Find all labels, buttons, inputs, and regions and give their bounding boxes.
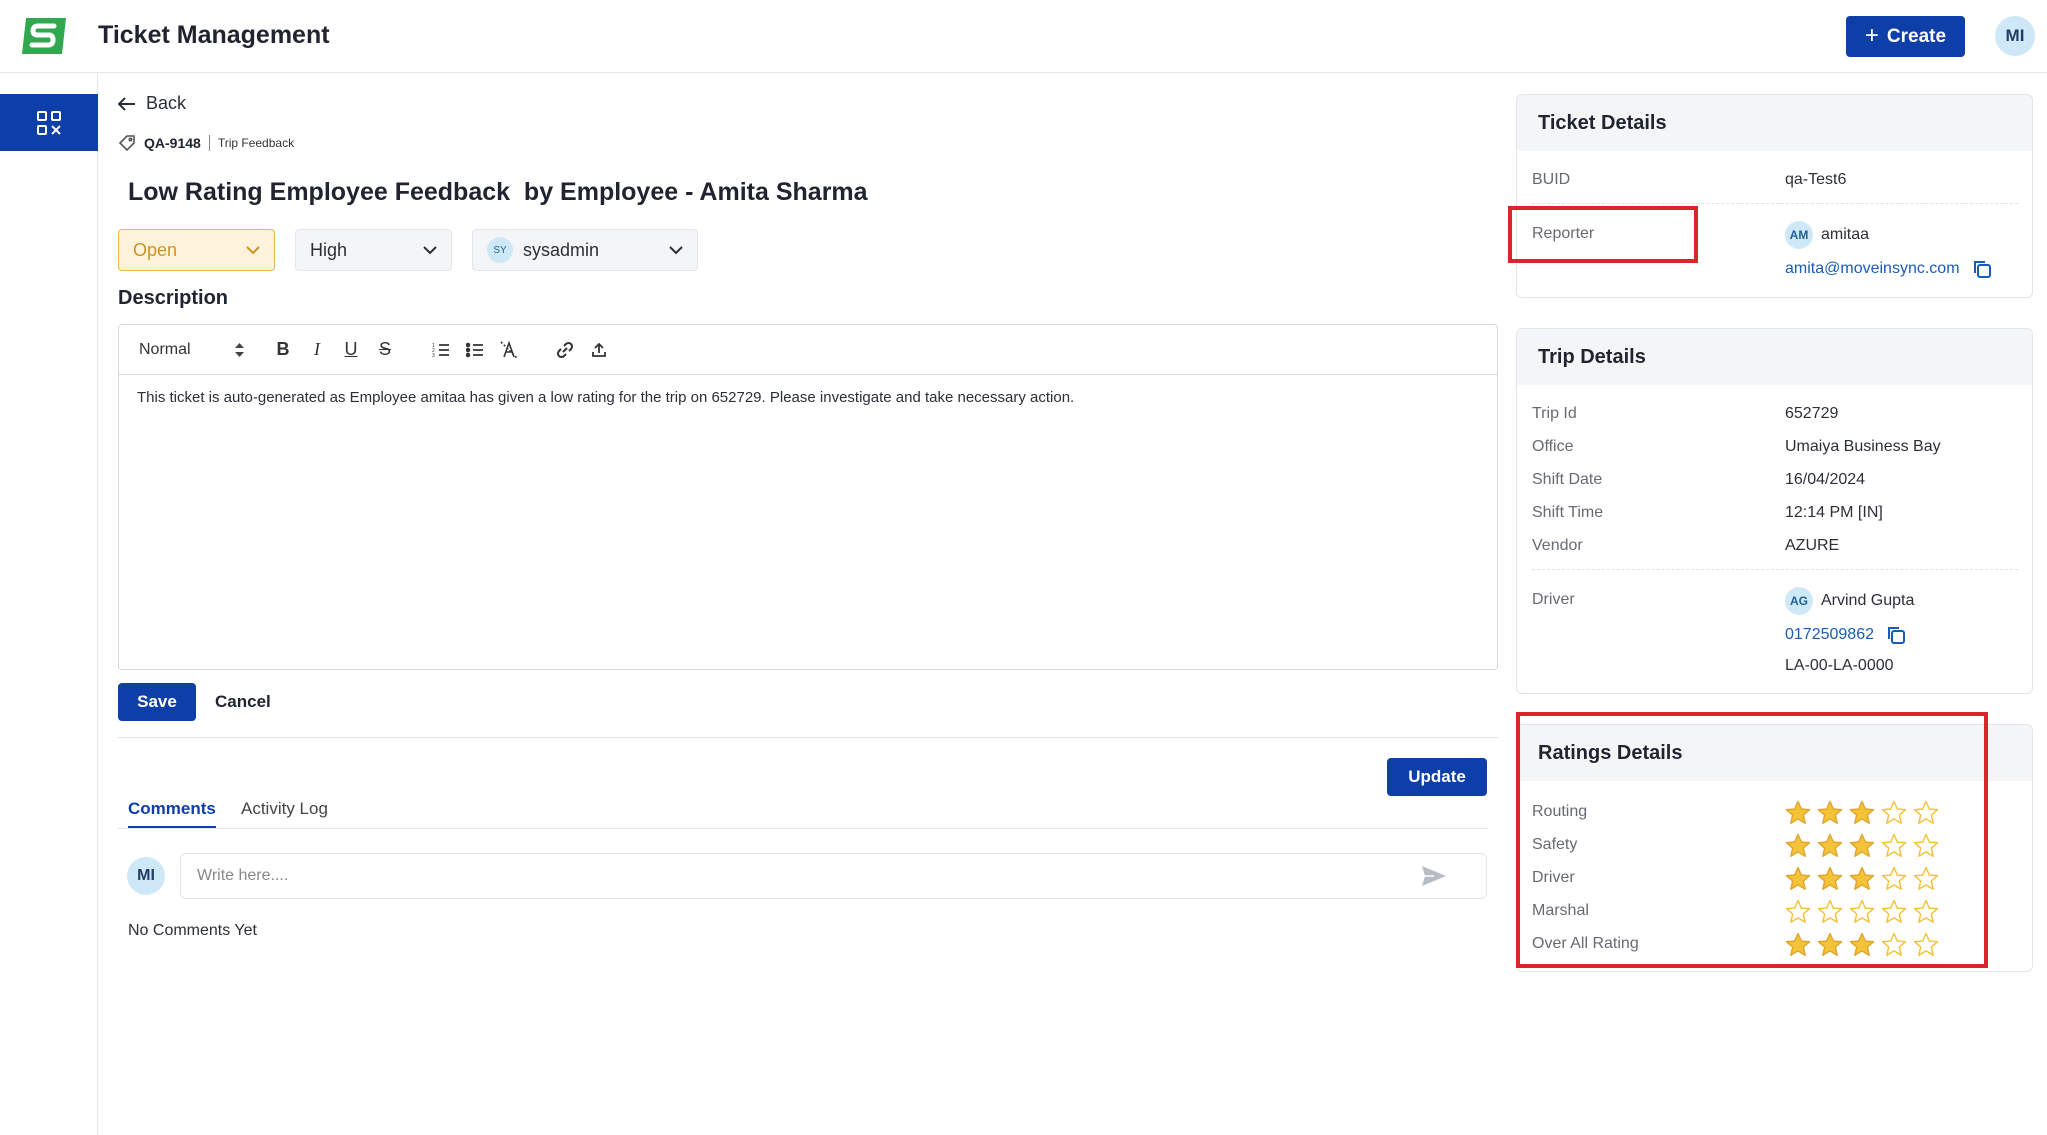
highlight-box-reporter — [1508, 206, 1698, 263]
updown-icon — [235, 342, 244, 357]
shift-date-label: Shift Date — [1532, 471, 1603, 488]
description-label: Description — [118, 287, 229, 309]
priority-dropdown[interactable]: High — [295, 229, 452, 271]
divider — [1532, 203, 2018, 204]
divider — [1532, 569, 2018, 570]
format-value: Normal — [139, 340, 191, 358]
buid-value: qa-Test6 — [1785, 171, 1847, 188]
reporter-value: AM amitaa — [1785, 221, 1869, 249]
vendor-value: AZURE — [1785, 537, 1840, 554]
vehicle-number: LA-00-LA-0000 — [1785, 657, 1894, 674]
assignee-group: SY sysadmin — [487, 237, 599, 263]
ordered-list-icon[interactable]: 123 — [424, 335, 458, 365]
vendor-label: Vendor — [1532, 537, 1583, 554]
shift-time-label: Shift Time — [1532, 504, 1604, 521]
top-bar: Ticket Management + Create MI — [0, 0, 2047, 73]
save-button[interactable]: Save — [118, 683, 196, 721]
highlight-box-ratings — [1516, 712, 1988, 968]
grid-icon — [37, 110, 61, 135]
reporter-avatar: AM — [1785, 221, 1813, 249]
comment-placeholder: Write here.... — [197, 867, 289, 884]
shift-time-value: 12:14 PM [IN] — [1785, 504, 1883, 521]
copy-icon[interactable] — [1886, 625, 1906, 645]
driver-label: Driver — [1532, 591, 1575, 608]
comment-input[interactable]: Write here.... — [180, 853, 1487, 899]
tag-icon — [118, 135, 135, 152]
ticket-id: QA-9148 — [144, 135, 201, 151]
driver-phone[interactable]: 0172509862 — [1785, 626, 1874, 643]
bold-icon[interactable]: B — [266, 335, 300, 365]
divider — [118, 737, 1498, 738]
send-icon[interactable] — [1422, 866, 1446, 886]
page-title: Low Rating Employee Feedback by Employee… — [128, 178, 868, 206]
description-text[interactable]: This ticket is auto-generated as Employe… — [119, 375, 1497, 420]
description-editor: Normal B I U S 123 This ticket is auto-g… — [118, 324, 1498, 670]
trip-id-value: 652729 — [1785, 405, 1839, 422]
trip-details-title: Trip Details — [1517, 329, 2032, 385]
driver-phone-group: 0172509862 — [1785, 625, 1906, 645]
reporter-name: amitaa — [1821, 226, 1870, 244]
chevron-down-icon — [669, 245, 683, 254]
assignee-avatar: SY — [487, 237, 513, 263]
reporter-email[interactable]: amita@moveinsync.com — [1785, 260, 1960, 277]
strikethrough-icon[interactable]: S — [368, 335, 402, 365]
ticket-type: Trip Feedback — [217, 136, 295, 150]
tab-comments[interactable]: Comments — [128, 799, 216, 828]
tab-bar: Comments Activity Log — [118, 795, 1488, 829]
office-label: Office — [1532, 438, 1574, 455]
clear-format-icon[interactable] — [492, 335, 526, 365]
plus-icon: + — [1864, 21, 1879, 49]
side-nav — [0, 73, 98, 1135]
tab-activity-log[interactable]: Activity Log — [241, 799, 328, 819]
priority-value: High — [310, 239, 348, 260]
reporter-email-group: amita@moveinsync.com — [1785, 259, 1992, 279]
editor-toolbar: Normal B I U S 123 — [119, 325, 1497, 375]
back-link[interactable]: Back — [118, 93, 186, 114]
chevron-down-icon — [246, 245, 260, 254]
assignee-value: sysadmin — [523, 239, 600, 260]
chevron-down-icon — [423, 245, 437, 254]
assignee-dropdown[interactable]: SY sysadmin — [472, 229, 698, 271]
arrow-left-icon — [118, 96, 135, 111]
svg-text:3: 3 — [432, 353, 435, 358]
ticket-id-row: QA-9148 Trip Feedback — [118, 134, 294, 152]
shift-date-value: 16/04/2024 — [1785, 471, 1866, 488]
driver-value: AG Arvind Gupta — [1785, 587, 1914, 615]
divider — [208, 135, 210, 151]
office-value: Umaiya Business Bay — [1785, 438, 1941, 455]
user-avatar[interactable]: MI — [1995, 16, 2035, 56]
create-button[interactable]: + Create — [1846, 16, 1965, 57]
update-button[interactable]: Update — [1387, 758, 1487, 796]
buid-label: BUID — [1532, 171, 1571, 188]
driver-avatar: AG — [1785, 587, 1813, 615]
no-comments-text: No Comments Yet — [128, 922, 257, 939]
trip-details-panel: Trip Details Trip Id 652729 Office Umaiy… — [1516, 328, 2033, 694]
italic-icon[interactable]: I — [300, 335, 334, 365]
comment-avatar: MI — [127, 857, 165, 895]
back-label: Back — [146, 93, 187, 113]
underline-icon[interactable]: U — [334, 335, 368, 365]
sidebar-item-tickets[interactable] — [0, 94, 98, 151]
ticket-details-panel: Ticket Details BUID qa-Test6 Reporter AM… — [1516, 94, 2033, 298]
link-icon[interactable] — [548, 335, 582, 365]
upload-icon[interactable] — [582, 335, 616, 365]
format-select[interactable]: Normal — [139, 341, 244, 359]
cancel-button[interactable]: Cancel — [215, 692, 271, 712]
driver-name: Arvind Gupta — [1821, 592, 1915, 610]
copy-icon[interactable] — [1972, 259, 1992, 279]
trip-id-label: Trip Id — [1532, 405, 1577, 422]
status-value: Open — [133, 239, 178, 260]
create-button-label: Create — [1886, 25, 1947, 47]
app-title: Ticket Management — [98, 21, 330, 49]
app-logo-icon[interactable] — [18, 14, 70, 58]
ticket-details-title: Ticket Details — [1517, 95, 2032, 151]
status-dropdown[interactable]: Open — [118, 229, 275, 271]
bullet-list-icon[interactable] — [458, 335, 492, 365]
